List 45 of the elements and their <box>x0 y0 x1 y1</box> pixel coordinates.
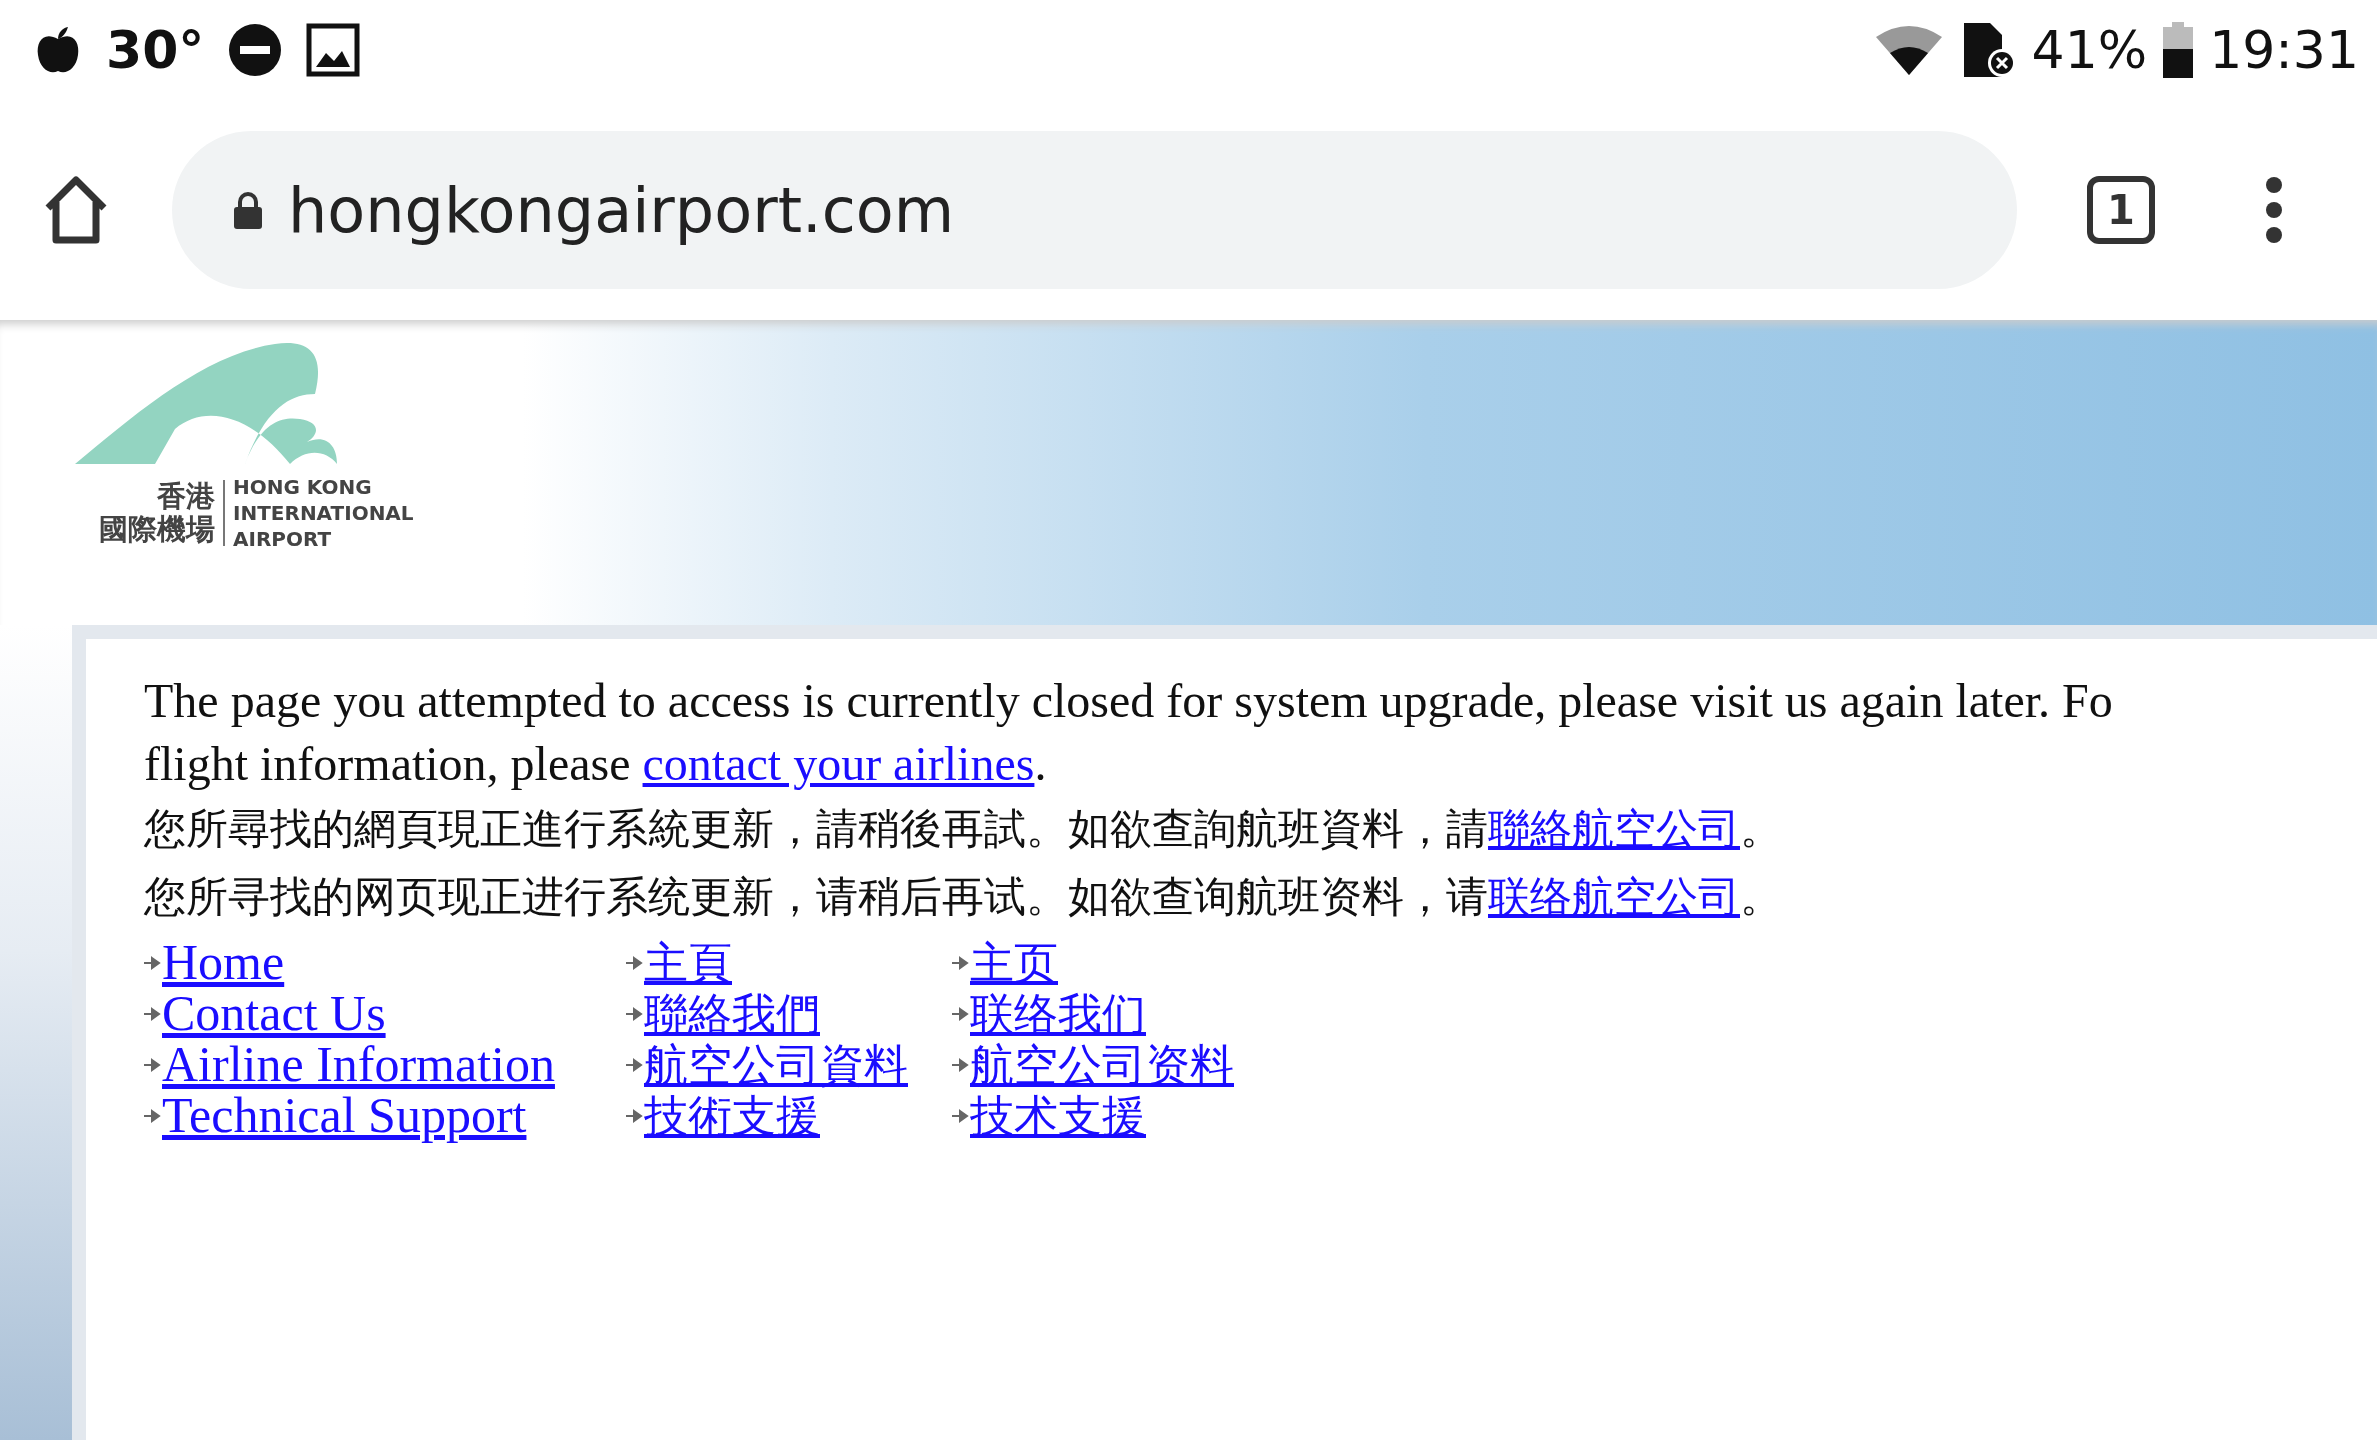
arrow-icon <box>952 1108 970 1123</box>
logo-chinese-text: 香港 國際機場 <box>99 479 225 547</box>
do-not-disturb-icon <box>228 23 283 77</box>
message-text: The page you attempted to access is currently closed for system upgrade, please visit us again later. Fo <box>144 673 2114 729</box>
arrow-icon <box>144 1108 162 1123</box>
message-text: flight information, please contact your airlines. <box>144 736 1048 792</box>
nav-link[interactable]: 主页 <box>970 937 1058 988</box>
nav-link[interactable]: 联络我们 <box>970 988 1146 1039</box>
arrow-icon <box>144 1057 162 1072</box>
arrow-icon <box>144 1006 162 1021</box>
menu-icon[interactable] <box>2263 175 2285 245</box>
arrow-icon <box>952 1057 970 1072</box>
nav-link[interactable]: Home <box>162 937 285 988</box>
arrow-icon <box>952 1006 970 1021</box>
battery-icon <box>2163 22 2194 78</box>
arrow-icon <box>144 955 162 970</box>
arrow-icon <box>626 1006 644 1021</box>
tab-count-button[interactable]: 1 <box>2087 176 2155 244</box>
nav-link[interactable]: Contact Us <box>162 988 386 1039</box>
nav-link[interactable]: 主頁 <box>644 937 732 988</box>
link[interactable]: 联络航空公司 <box>1488 872 1740 921</box>
nav-link[interactable]: 技术支援 <box>970 1090 1146 1141</box>
arrow-icon <box>626 955 644 970</box>
arrow-icon <box>952 955 970 970</box>
image-icon <box>306 23 361 77</box>
nav-link[interactable]: 航空公司資料 <box>644 1039 908 1090</box>
link[interactable]: contact your airlines <box>642 737 1035 790</box>
arrow-icon <box>626 1057 644 1072</box>
wifi-icon <box>1873 23 1944 77</box>
arrow-icon <box>626 1108 644 1123</box>
nav-link[interactable]: 聯絡我們 <box>644 988 820 1039</box>
link[interactable]: 聯絡航空公司 <box>1488 804 1740 853</box>
message-text: 您所尋找的網頁現正進行系統更新，請稍後再試。如欲查詢航班資料，請聯絡航空公司。 <box>144 803 1783 855</box>
nav-link[interactable]: Airline Information <box>162 1039 555 1090</box>
temperature-text: 30° <box>106 19 205 82</box>
message-text: 您所寻找的网页现正进行系统更新，请稍后再试。如欲查询航班资料，请联络航空公司。 <box>144 871 1783 923</box>
battery-percent-text: 41% <box>2031 19 2148 82</box>
nav-link[interactable]: Technical Support <box>162 1090 527 1141</box>
url-text: hongkongairport.com <box>288 172 955 249</box>
lock-icon <box>232 190 264 230</box>
clock-text: 19:31 <box>2209 19 2359 82</box>
nav-link[interactable]: 航空公司资料 <box>970 1039 1234 1090</box>
nav-link[interactable]: 技術支援 <box>644 1090 820 1141</box>
logo-english-text: HONG KONG INTERNATIONAL AIRPORT <box>232 474 414 552</box>
address-bar[interactable]: hongkongairport.com <box>172 131 2017 289</box>
